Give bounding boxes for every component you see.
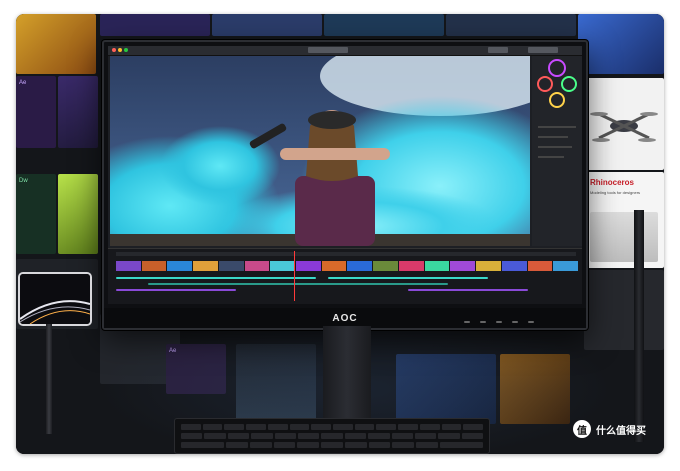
phone-screen-image [20,274,90,324]
tripod [46,324,52,434]
wall-tile [58,76,98,148]
color-wheels [537,59,577,108]
monitor: AOC [102,40,588,330]
wall-tile [584,78,664,170]
monitor-buttons [464,321,534,323]
wall-tile [58,174,98,254]
monitor-screen [108,46,582,304]
wall-tile [324,14,444,36]
audio-track [408,289,528,291]
editor-timeline [108,248,582,304]
audio-track [148,283,448,285]
product-render [590,212,658,262]
wall-tile [446,14,576,36]
wall-tile: Dw [16,174,56,254]
drone-icon [590,112,658,142]
wall-tile [578,14,664,74]
phone-on-tripod [18,272,92,326]
wall-tile: Ae [16,76,56,148]
app-label: Ae [19,80,27,86]
audio-track [116,277,316,279]
photo-frame: Ae Dw Ae [16,14,664,454]
monitor-bezel: AOC [104,308,586,328]
color-inspector [532,56,582,246]
app-label: Dw [19,178,28,184]
timeline-ruler [116,252,576,256]
rhino-brand: Rhinoceros [590,178,635,187]
clip-strip [116,261,578,271]
wall-tile [212,14,322,36]
monitor-stand [323,326,371,432]
watermark: 值 什么值得买 [573,420,646,438]
audio-track [116,289,236,291]
wall-tile [100,14,210,36]
editor-menubar [108,46,582,56]
keyboard [174,418,490,454]
preview-image [110,56,530,246]
audio-track [328,277,488,279]
rhino-ad: Rhinoceros Modeling tools for designers [584,172,664,268]
playhead [294,251,295,301]
desk-lamp [634,210,644,442]
zhi-badge-icon: 值 [573,420,591,438]
wall-tile [16,14,96,74]
rhino-tagline: Modeling tools for designers [590,190,641,195]
watermark-text: 什么值得买 [596,425,646,437]
video-preview [110,56,530,246]
